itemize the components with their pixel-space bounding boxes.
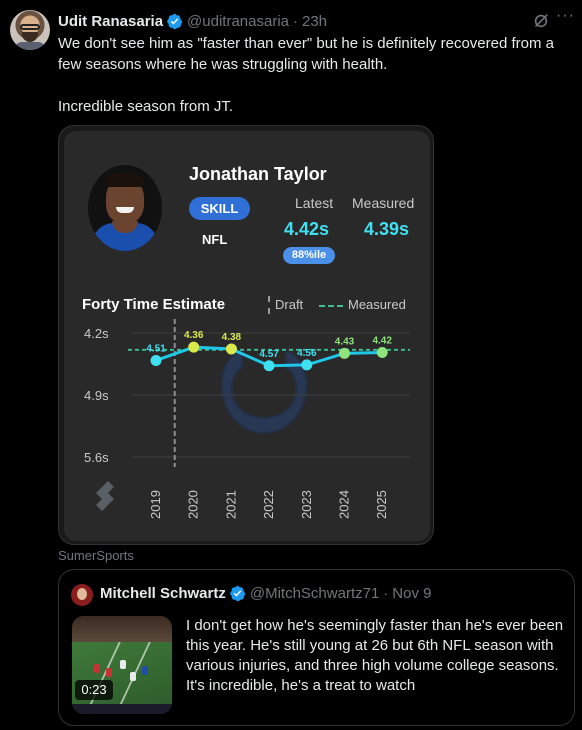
author-name[interactable]: Udit Ranasaria (58, 13, 163, 30)
grok-icon[interactable] (532, 12, 550, 30)
forty-time-chart: 4.51 4.36 4.38 4.57 4.56 4.43 4.42 4.2s 4.9s 5.6… (84, 319, 410, 519)
separator-dot: · (293, 12, 298, 30)
verified-badge-icon (167, 13, 183, 29)
data-label: 4.42 (372, 335, 392, 346)
x-tick-label: 2021 (223, 490, 238, 519)
tweet-text-line: Incredible season from JT. (58, 98, 234, 115)
card-source[interactable]: SumerSports (58, 548, 134, 563)
data-point (188, 341, 200, 353)
tweet-time[interactable]: 23h (302, 13, 327, 30)
x-tick-label: 2019 (148, 490, 163, 519)
data-label: 4.43 (335, 336, 355, 347)
separator-dot: · (383, 585, 389, 602)
tweet-header: Udit Ranasaria @uditranasaria · 23h (58, 11, 327, 31)
data-point (150, 354, 162, 366)
y-tick-label: 4.2s (84, 326, 109, 341)
quoted-author-name[interactable]: Mitchell Schwartz (100, 585, 226, 602)
x-tick-label: 2025 (374, 490, 389, 519)
x-tick-label: 2024 (337, 490, 352, 519)
data-point (263, 360, 275, 372)
data-label: 4.36 (184, 330, 204, 341)
verified-badge-icon (230, 585, 246, 602)
quoted-tweet-time[interactable]: Nov 9 (392, 585, 431, 602)
quoted-author-handle[interactable]: @MitchSchwartz71 (250, 585, 379, 602)
data-label: 4.38 (222, 332, 242, 343)
data-label: 4.56 (297, 348, 317, 359)
x-tick-label: 2023 (299, 490, 314, 519)
quoted-tweet[interactable]: Mitchell Schwartz @MitchSchwartz71 · Nov… (58, 569, 575, 726)
author-avatar[interactable] (10, 10, 50, 50)
y-tick-label: 5.6s (84, 450, 109, 465)
data-point (301, 359, 313, 371)
data-point (339, 347, 350, 359)
tweet[interactable]: Udit Ranasaria @uditranasaria · 23h ··· … (0, 0, 582, 730)
more-options-icon[interactable]: ··· (556, 8, 576, 28)
x-tick-label: 2020 (186, 490, 201, 519)
quoted-tweet-text: I don't get how he's seemingly faster th… (186, 617, 564, 694)
data-label: 4.51 (146, 343, 166, 354)
x-tick-label: 2022 (261, 490, 276, 519)
video-duration-badge: 0:23 (75, 680, 113, 700)
tweet-text-line: We don't see him as "faster than ever" b… (58, 35, 554, 73)
player-card: Jonathan Taylor SKILL NFL Latest Measure… (64, 131, 430, 541)
sumer-logo-icon (96, 481, 114, 511)
data-point (225, 343, 237, 355)
author-handle[interactable]: @uditranasaria (187, 13, 289, 30)
media-card[interactable]: Jonathan Taylor SKILL NFL Latest Measure… (58, 125, 434, 545)
tweet-text: We don't see him as "faster than ever" b… (58, 33, 573, 117)
data-label: 4.57 (259, 349, 279, 360)
y-tick-label: 4.9s (84, 388, 109, 403)
quoted-tweet-header: Mitchell Schwartz @MitchSchwartz71 · Nov… (100, 585, 431, 602)
quoted-author-avatar[interactable] (71, 584, 93, 606)
data-point (376, 346, 388, 358)
